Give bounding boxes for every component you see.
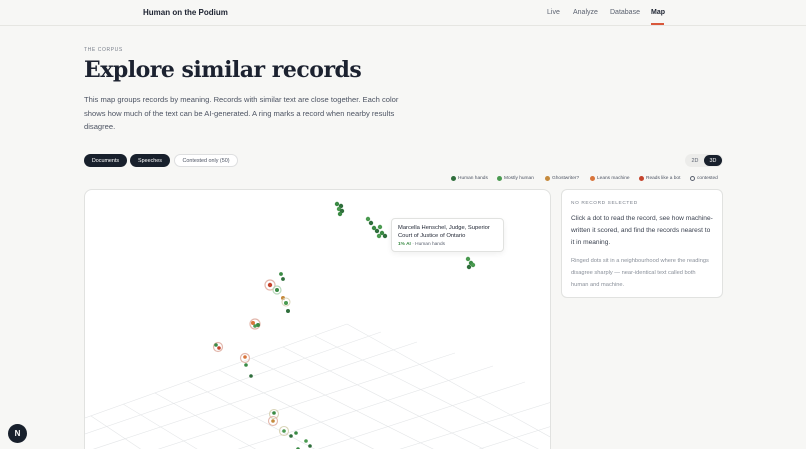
record-dot[interactable] [244, 363, 248, 367]
legend-dot-leans-machine [590, 176, 595, 181]
nav-database[interactable]: Database [610, 9, 640, 16]
panel-note: Ringed dots sit in a neighbourhood where… [571, 258, 709, 288]
tooltip-score: 1% AI [398, 242, 411, 247]
record-dot[interactable] [282, 429, 286, 433]
framework-badge-button[interactable]: N [8, 424, 27, 443]
record-detail-panel: NO RECORD SELECTED Click a dot to read t… [561, 189, 723, 298]
panel-eyebrow: NO RECORD SELECTED [571, 201, 638, 206]
record-dot[interactable] [279, 272, 283, 276]
nav-map[interactable]: Map [651, 9, 665, 16]
record-dot[interactable] [465, 256, 471, 262]
record-dot[interactable] [376, 233, 382, 239]
cluster-left-middle [249, 318, 261, 330]
legend-dot-ghostwriter [545, 176, 550, 181]
chip-speeches[interactable]: Speeches [130, 154, 170, 167]
cluster-upper-right [365, 216, 388, 239]
nav-analyze[interactable]: Analyze [573, 9, 598, 16]
toggle-2d[interactable]: 2D [686, 155, 704, 166]
chip-documents[interactable]: Documents [84, 154, 127, 167]
record-dot[interactable] [337, 211, 343, 217]
record-dot[interactable] [368, 220, 374, 226]
legend-ring-contested [690, 176, 695, 181]
legend-mostly-human: Mostly human [497, 176, 534, 181]
record-dot[interactable] [243, 355, 247, 359]
tooltip-category: · Human hands [412, 242, 446, 247]
legend-dot-mostly-human [497, 176, 502, 181]
record-dot[interactable] [470, 262, 476, 268]
legend-contested: contested [690, 176, 718, 181]
record-dot[interactable] [466, 264, 472, 270]
record-dot[interactable] [275, 288, 279, 292]
tooltip-title: Marcella Henschel, Judge, Superior Court… [398, 225, 490, 239]
chip-contested-only[interactable]: Contested only (50) [174, 154, 238, 167]
record-dot[interactable] [284, 301, 288, 305]
record-dot[interactable] [253, 324, 257, 328]
page-description: This map groups records by meaning. Reco… [84, 95, 399, 131]
record-dot[interactable] [217, 346, 221, 350]
cluster-middle [264, 272, 291, 313]
tooltip-meta: 1% AI · Human hands [398, 242, 497, 247]
record-dot[interactable] [286, 309, 290, 313]
cluster-top [334, 201, 345, 217]
cluster-bottom [267, 408, 312, 449]
record-dot[interactable] [294, 431, 298, 435]
view-toggle: 2D 3D [685, 154, 723, 167]
record-dot[interactable] [214, 343, 218, 347]
legend-leans-machine: Leans machine [590, 176, 630, 181]
record-dot[interactable] [249, 374, 253, 378]
toggle-3d[interactable]: 3D [704, 155, 722, 166]
record-dot[interactable] [365, 216, 371, 222]
legend-reads-like-bot: Reads like a bot [639, 176, 680, 181]
legend-dot-human-hands [451, 176, 456, 181]
cluster-right [465, 256, 476, 270]
record-dot[interactable] [267, 282, 273, 288]
record-dot[interactable] [377, 224, 383, 230]
record-dot[interactable] [281, 277, 285, 281]
perspective-grid [85, 323, 550, 449]
panel-body: Click a dot to read the record, see how … [571, 215, 713, 246]
record-dot[interactable] [374, 228, 380, 234]
record-dot[interactable] [271, 419, 275, 423]
record-dot[interactable] [304, 439, 308, 443]
record-dot[interactable] [308, 444, 312, 448]
top-bar: Human on the Podium Live Analyze Databas… [0, 0, 806, 26]
brand-name[interactable]: Human on the Podium [143, 8, 228, 17]
record-tooltip: Marcella Henschel, Judge, Superior Court… [391, 218, 504, 252]
legend-dot-reads-like-bot [639, 176, 644, 181]
page-title: Explore similar records [84, 57, 362, 83]
legend-ghostwriter: Ghostwriter? [545, 176, 579, 181]
record-dot[interactable] [334, 201, 340, 207]
section-eyebrow: THE CORPUS [84, 47, 123, 53]
record-dot[interactable] [382, 233, 388, 239]
legend-human-hands: Human hands [451, 176, 488, 181]
nav-active-indicator [651, 23, 664, 25]
record-dot[interactable] [289, 434, 293, 438]
nav-live[interactable]: Live [547, 9, 560, 16]
record-dot[interactable] [272, 411, 276, 415]
